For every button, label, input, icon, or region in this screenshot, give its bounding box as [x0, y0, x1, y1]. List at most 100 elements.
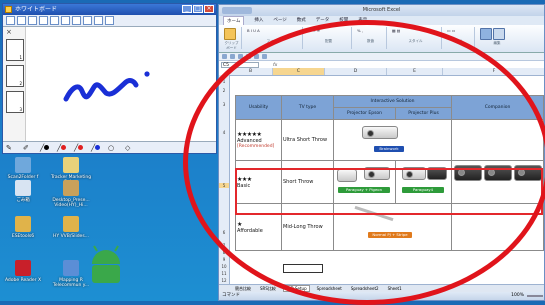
- eraser-icon[interactable]: ◇: [125, 144, 139, 152]
- row-header[interactable]: 8: [219, 250, 229, 255]
- undo-icon[interactable]: [61, 16, 70, 25]
- desktop-icon-scan2folder[interactable]: Scan2Folder f: [2, 157, 44, 180]
- save-icon[interactable]: [28, 16, 37, 25]
- product-button[interactable]: Brainwork: [374, 146, 404, 152]
- copy-icon[interactable]: [39, 16, 48, 25]
- header-interactive-solution[interactable]: Interactive Solution: [332, 95, 453, 108]
- sheet-tab[interactable]: Spreadsheet: [315, 286, 344, 291]
- toolbar-icon[interactable]: [254, 54, 259, 59]
- desktop-icon-recycle-bin[interactable]: ごみ箱: [2, 180, 44, 203]
- desktop-icon-esetools[interactable]: ESEtools6: [2, 216, 44, 239]
- number-format-controls[interactable]: % ,: [357, 28, 384, 39]
- column-header[interactable]: C: [273, 68, 325, 75]
- row-header[interactable]: 2: [219, 88, 229, 93]
- camera-icon[interactable]: [94, 16, 103, 25]
- cell-controls[interactable]: ▭ ▭: [447, 28, 472, 39]
- alignment-controls[interactable]: ≡ ≡ ≡: [308, 28, 349, 39]
- redo-icon[interactable]: [72, 16, 81, 25]
- row-headers: 1 2 3 4 5 6 7 8 9 10 11 12: [219, 75, 230, 286]
- android-wallpaper-icon: [92, 245, 120, 283]
- row-header[interactable]: 5: [219, 183, 229, 188]
- excel-titlebar[interactable]: Microsoft Excel: [219, 5, 544, 16]
- page-thumbnail[interactable]: 1: [6, 39, 24, 61]
- row-header[interactable]: 4: [219, 130, 229, 135]
- row-header[interactable]: 7: [219, 243, 229, 248]
- close-strip-icon[interactable]: ×: [6, 28, 12, 36]
- star-rating: ★: [237, 220, 242, 228]
- toolbar-icon[interactable]: [230, 54, 235, 59]
- header-companion[interactable]: Companion: [451, 95, 544, 120]
- zoom-level[interactable]: 100%: [511, 292, 524, 300]
- tab-insert[interactable]: 挿入: [254, 16, 263, 25]
- toolbar-icon[interactable]: [262, 54, 267, 59]
- toolbar-icon[interactable]: [222, 54, 227, 59]
- row-header[interactable]: 12: [219, 278, 229, 283]
- page-thumbnail[interactable]: 3: [6, 91, 24, 113]
- drawing-canvas[interactable]: [26, 27, 216, 142]
- spreadsheet-grid[interactable]: B C D E F 1 2 3 4 5 6 7 8 9 10 11 12 Usa…: [219, 68, 544, 286]
- companion-cell[interactable]: [451, 119, 544, 161]
- header-projector-epson[interactable]: Projector Epson: [333, 107, 396, 120]
- desktop-icon-hy-slides[interactable]: HY VVB/Slides...: [50, 216, 92, 239]
- find-icon[interactable]: [493, 28, 506, 40]
- sheet-tab[interactable]: LED Setup: [282, 285, 310, 292]
- tab-view[interactable]: 表示: [358, 16, 367, 25]
- desktop-icon-adobe-reader[interactable]: Adobe Reader X: [2, 260, 44, 283]
- row-header[interactable]: 6: [219, 230, 229, 235]
- blue-pen-icon[interactable]: ╱: [91, 144, 105, 152]
- column-header[interactable]: D: [325, 68, 387, 75]
- column-header[interactable]: F: [443, 68, 544, 75]
- style-controls[interactable]: ▦ ▤: [392, 28, 439, 39]
- product-button[interactable]: Normal PJ + Stripe: [368, 232, 412, 238]
- quick-access-toolbar[interactable]: [222, 7, 252, 14]
- sheet-tab[interactable]: SRS比較: [258, 286, 278, 292]
- page-thumbnail[interactable]: 2: [6, 65, 24, 87]
- row-header[interactable]: 11: [219, 271, 229, 276]
- paste-icon[interactable]: [224, 28, 236, 40]
- header-tv-type[interactable]: TV type: [281, 95, 334, 120]
- toolbar-icon[interactable]: [246, 54, 251, 59]
- desktop-icon-desktop-prese[interactable]: Desktop_Prese... Video(HY)_Hi...: [50, 180, 92, 208]
- sheet-tab[interactable]: 競合比較: [233, 286, 253, 292]
- red-pen-icon[interactable]: ╱: [57, 144, 71, 152]
- column-header[interactable]: B: [229, 68, 273, 75]
- tv-type-cell[interactable]: Ultra Short Throw: [281, 119, 334, 161]
- usability-cell[interactable]: ★★★★★ Advanced [Recommended]: [235, 119, 282, 161]
- export-icon[interactable]: [105, 16, 114, 25]
- product-cell[interactable]: Brainwork: [332, 119, 453, 161]
- paste-icon[interactable]: [50, 16, 59, 25]
- column-header[interactable]: E: [387, 68, 443, 75]
- marker-tool-icon[interactable]: ✐: [23, 144, 37, 152]
- row-header[interactable]: 3: [219, 102, 229, 107]
- header-usability[interactable]: Usability: [235, 95, 282, 120]
- whiteboard-titlebar[interactable]: ホワイトボード _ □ ×: [3, 4, 216, 15]
- tab-page-layout[interactable]: ページ: [273, 16, 286, 25]
- toolbar-icon[interactable]: [238, 54, 243, 59]
- pen-tool-icon[interactable]: ✎: [6, 144, 20, 152]
- tab-formulas[interactable]: 数式: [297, 16, 306, 25]
- row-header[interactable]: 1: [219, 79, 229, 84]
- open-icon[interactable]: [17, 16, 26, 25]
- close-button[interactable]: ×: [204, 5, 214, 13]
- select-icon[interactable]: [83, 16, 92, 25]
- row-header[interactable]: 9: [219, 257, 229, 262]
- header-projector-plus[interactable]: Projector Plus: [394, 107, 453, 120]
- red-highlighter-icon[interactable]: ╱: [74, 144, 88, 152]
- tab-review[interactable]: 校閲: [339, 16, 348, 25]
- row-header[interactable]: 10: [219, 264, 229, 269]
- font-controls[interactable]: B I U A: [247, 28, 300, 39]
- fx-icon[interactable]: fx: [273, 63, 277, 68]
- zoom-slider[interactable]: [527, 295, 543, 297]
- sort-filter-icon[interactable]: [480, 28, 492, 40]
- minimize-button[interactable]: _: [182, 5, 192, 13]
- tab-data[interactable]: データ: [316, 16, 330, 25]
- black-pen-icon[interactable]: ╱: [40, 144, 54, 152]
- sheet-tab[interactable]: Sheet1: [386, 286, 404, 291]
- document-icon: [63, 260, 79, 276]
- shape-tool-icon[interactable]: ○: [108, 144, 122, 152]
- new-page-icon[interactable]: [6, 16, 15, 25]
- maximize-button[interactable]: □: [193, 5, 203, 13]
- sheet-tab[interactable]: Spreadsheet2: [349, 286, 381, 291]
- selected-cell[interactable]: [283, 264, 323, 273]
- tab-home[interactable]: ホーム: [223, 16, 245, 25]
